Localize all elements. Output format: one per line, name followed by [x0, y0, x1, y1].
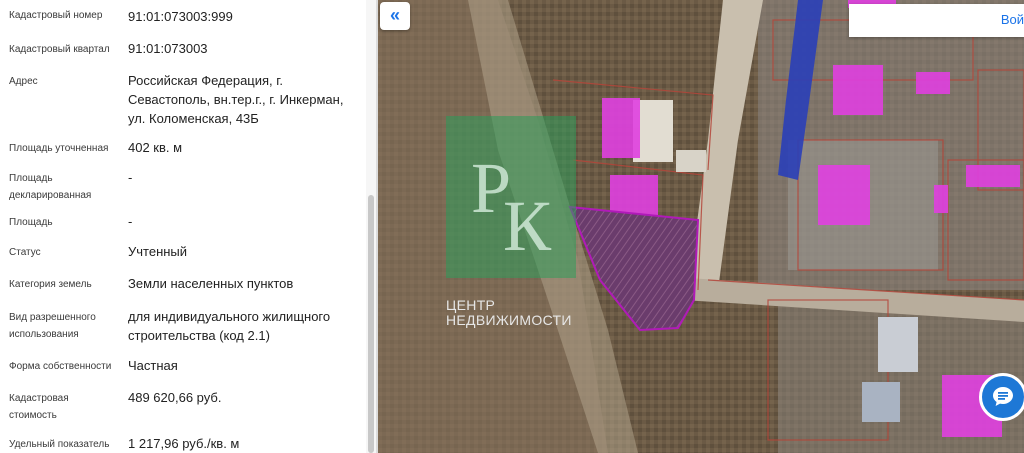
info-label: Кадастровый номер — [9, 10, 103, 21]
watermark-text: ЦЕНТР НЕДВИЖИМОСТИ — [446, 298, 572, 328]
info-label: Вид разрешенного использования — [9, 312, 96, 340]
map-search-box[interactable]: Вой — [849, 4, 1024, 37]
info-value: 489 620,66 руб. — [128, 390, 222, 405]
info-value: - — [128, 214, 133, 229]
info-value: Учтенный — [128, 244, 188, 259]
search-button[interactable]: Вой — [1001, 12, 1024, 27]
info-value: Частная — [128, 358, 178, 373]
collapse-panel-button[interactable]: « — [380, 2, 410, 30]
watermark-line2: НЕДВИЖИМОСТИ — [446, 312, 572, 328]
info-label: Площадь декларированная — [9, 173, 92, 201]
chat-icon — [993, 387, 1013, 406]
panel-scrollbar-thumb[interactable] — [368, 195, 374, 453]
info-label: Статус — [9, 247, 41, 258]
info-label: Кадастровая стоимость — [9, 393, 69, 421]
satellite-map[interactable]: Р К ЦЕНТР НЕДВИЖИМОСТИ — [378, 0, 1024, 453]
info-value: - — [128, 170, 133, 185]
info-value[interactable]: 91:01:073003 — [128, 39, 356, 58]
chat-button[interactable] — [979, 373, 1024, 421]
svg-text:К: К — [503, 186, 552, 266]
info-label: Площадь — [9, 217, 53, 228]
info-value: 402 кв. м — [128, 140, 183, 155]
info-value: Российская Федерация, г. Севастополь, вн… — [128, 73, 344, 126]
info-label: Адрес — [9, 76, 38, 87]
info-label: Удельный показатель — [9, 439, 110, 450]
info-value: для индивидуального жилищного строительс… — [128, 309, 331, 343]
watermark-line1: ЦЕНТР — [446, 297, 496, 313]
info-label: Категория земель — [9, 279, 92, 290]
double-chevron-left-icon: « — [389, 5, 400, 25]
cadastral-info-panel: Кадастровый номер 91:01:073003:999 Кадас… — [0, 0, 376, 453]
info-value: 1 217,96 руб./кв. м — [128, 436, 240, 451]
info-value: Земли населенных пунктов — [128, 276, 294, 291]
info-label: Кадастровый квартал — [9, 44, 110, 55]
info-label: Площадь уточненная — [9, 143, 109, 154]
map-imagery: Р К — [378, 0, 1024, 453]
info-label: Форма собственности — [9, 361, 112, 372]
info-value[interactable]: 91:01:073003:999 — [128, 7, 356, 26]
